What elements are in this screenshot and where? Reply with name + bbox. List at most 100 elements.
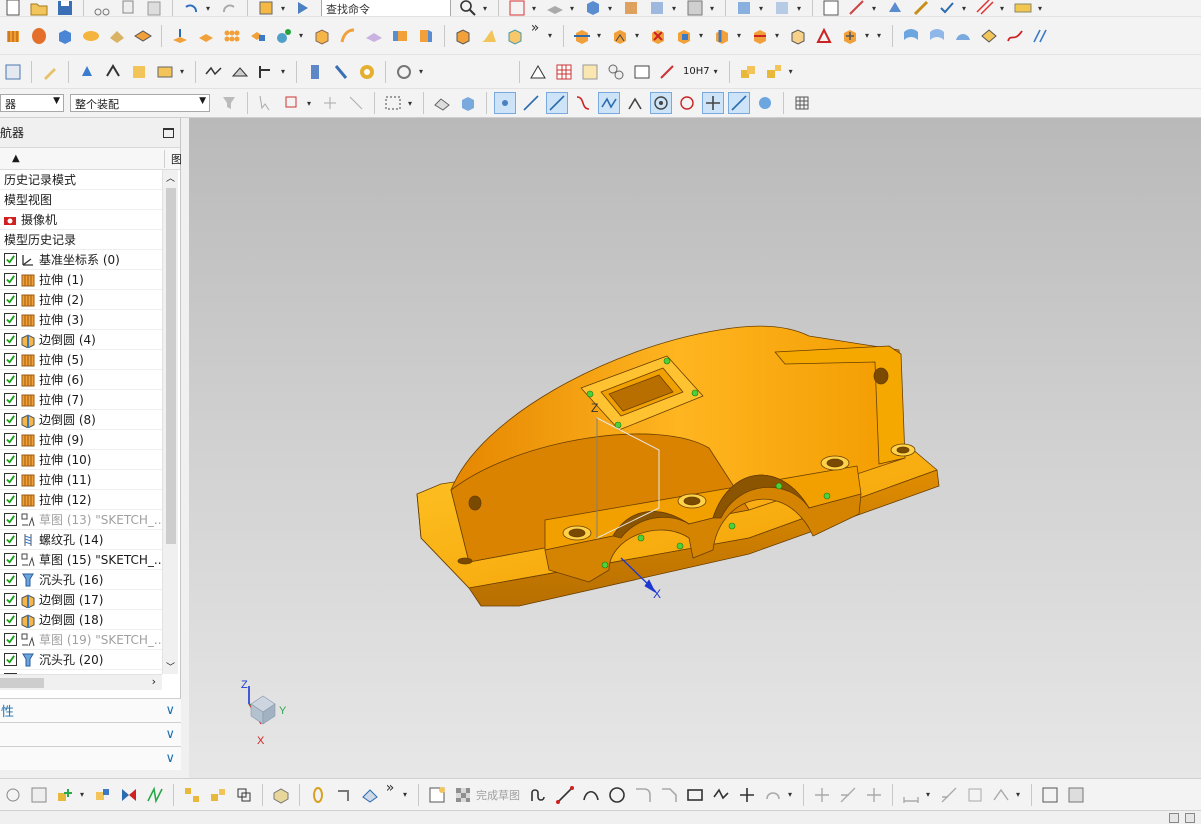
snap-endpoint-icon[interactable]	[520, 92, 542, 114]
view-cube-icon[interactable]	[457, 92, 479, 114]
assembly-stack-icon[interactable]	[737, 61, 759, 83]
thicken-tool-icon[interactable]	[504, 25, 526, 47]
scroll-down-icon[interactable]: ﹀	[166, 660, 175, 673]
replace-face-icon[interactable]	[673, 25, 695, 47]
tree-item[interactable]: 拉伸 (2)	[0, 290, 162, 310]
rectangle-select-icon[interactable]	[382, 92, 404, 114]
search-icon[interactable]	[457, 0, 479, 16]
sketch-frame-icon[interactable]	[426, 784, 448, 806]
visibility-checkbox[interactable]	[4, 273, 17, 286]
wave-link-icon[interactable]	[229, 61, 251, 83]
type-filter-select[interactable]: 器 ▼	[0, 94, 64, 112]
pull-face-icon[interactable]	[609, 25, 631, 47]
quick-trim-icon[interactable]	[811, 784, 833, 806]
pipe-icon[interactable]	[333, 784, 355, 806]
tree-item[interactable]: 拉伸 (10)	[0, 450, 162, 470]
paste-icon[interactable]	[143, 0, 165, 16]
snap-quadrant-icon[interactable]	[676, 92, 698, 114]
selection-scope-select[interactable]: 整个装配 ▼	[70, 94, 210, 112]
spline-icon[interactable]	[1004, 25, 1026, 47]
snap-view-icon[interactable]	[771, 0, 793, 16]
layer-icon[interactable]	[646, 0, 668, 16]
tool-icon[interactable]	[910, 0, 932, 16]
chamfer-icon[interactable]	[658, 784, 680, 806]
status-icon-a[interactable]	[1169, 813, 1179, 823]
text-tool-icon[interactable]	[154, 61, 176, 83]
measure-icon[interactable]	[846, 0, 868, 16]
column-divider[interactable]	[164, 150, 165, 168]
curve-network-icon[interactable]	[1030, 25, 1052, 47]
tree-item[interactable]: 边倒圆 (4)	[0, 330, 162, 350]
tree-item[interactable]: 螺纹孔 (14)	[0, 530, 162, 550]
eraser-icon[interactable]	[431, 92, 453, 114]
check-icon[interactable]	[936, 0, 958, 16]
status-icon-b[interactable]	[1185, 813, 1195, 823]
boss-hole-4-inner[interactable]	[896, 446, 910, 454]
render-style-icon[interactable]	[255, 0, 277, 16]
shell-tool-icon[interactable]	[311, 25, 333, 47]
properties-panel-header[interactable]: 属性 ∨	[0, 698, 181, 722]
snap-control-icon[interactable]	[598, 92, 620, 114]
chevron-down-icon[interactable]: ∨	[165, 727, 175, 742]
revolve-tool-icon[interactable]	[28, 25, 50, 47]
maximize-icon[interactable]	[163, 127, 174, 138]
geometric-constraint-icon[interactable]	[938, 784, 960, 806]
layer-settings-icon[interactable]	[2, 61, 24, 83]
surface-tool-icon[interactable]	[478, 25, 500, 47]
pattern-face-icon[interactable]	[813, 25, 835, 47]
select-body-icon[interactable]	[345, 92, 367, 114]
chevron-down-icon[interactable]: ∨	[165, 751, 175, 766]
tree-item[interactable]: 基准坐标系 (0)	[0, 250, 162, 270]
delete-face-icon[interactable]	[647, 25, 669, 47]
graphics-viewport[interactable]: X Z Z Y X	[189, 118, 1201, 778]
pencil-icon[interactable]	[39, 61, 61, 83]
flange-slot-left[interactable]	[457, 557, 473, 565]
hole-table-icon[interactable]	[579, 61, 601, 83]
make-corner-icon[interactable]	[863, 784, 885, 806]
copy-icon[interactable]	[117, 0, 139, 16]
section-view-icon[interactable]	[733, 0, 755, 16]
finish-sketch-label[interactable]: 完成草图	[476, 787, 520, 803]
sketch-settings-icon[interactable]	[1039, 784, 1061, 806]
pocket-tool-icon[interactable]	[132, 25, 154, 47]
visibility-checkbox[interactable]	[4, 593, 17, 606]
visibility-checkbox[interactable]	[4, 633, 17, 646]
point-icon[interactable]	[736, 784, 758, 806]
visibility-checkbox[interactable]	[4, 453, 17, 466]
tree-item[interactable]: 沉头孔 (16)	[0, 570, 162, 590]
scroll-up-icon[interactable]: ︿	[166, 171, 175, 184]
through-curves-icon[interactable]	[900, 25, 922, 47]
line-icon[interactable]	[554, 784, 576, 806]
tree-item[interactable]: 拉伸 (7)	[0, 390, 162, 410]
grid-icon[interactable]	[974, 0, 996, 16]
pattern-tool-icon[interactable]	[195, 25, 217, 47]
lug-hole-right[interactable]	[873, 367, 889, 385]
gearbox-housing-model[interactable]	[416, 325, 940, 607]
quick-extend-icon[interactable]	[837, 784, 859, 806]
visibility-checkbox[interactable]	[4, 533, 17, 546]
dependencies-panel-header[interactable]: ∨	[0, 746, 181, 770]
table-icon[interactable]	[820, 0, 842, 16]
offset-tool-icon[interactable]	[389, 25, 411, 47]
polygon-icon[interactable]	[710, 784, 732, 806]
scroll-right-icon[interactable]: ›	[152, 675, 156, 688]
rib-tool-icon[interactable]	[337, 25, 359, 47]
selection-filter-icon[interactable]	[218, 92, 240, 114]
snap-intersection-icon[interactable]	[624, 92, 646, 114]
circle-icon[interactable]	[606, 784, 628, 806]
visibility-checkbox[interactable]	[4, 653, 17, 666]
add-component-icon[interactable]	[128, 61, 150, 83]
tree-item[interactable]: 边倒圆 (8)	[0, 410, 162, 430]
explode-view-icon[interactable]	[207, 784, 229, 806]
details-panel-header[interactable]: ∨	[0, 722, 181, 746]
visibility-checkbox[interactable]	[4, 353, 17, 366]
mirror-assembly-icon[interactable]	[118, 784, 140, 806]
assembly-explode-icon[interactable]	[763, 61, 785, 83]
wave-geometry-icon[interactable]	[203, 61, 225, 83]
mesh-surface-icon[interactable]	[978, 25, 1000, 47]
visibility-checkbox[interactable]	[4, 573, 17, 586]
visibility-checkbox[interactable]	[4, 253, 17, 266]
extrude-tool-icon[interactable]	[2, 25, 24, 47]
tree-item[interactable]: 边倒圆 (18)	[0, 610, 162, 630]
boss-tool-icon[interactable]	[106, 25, 128, 47]
